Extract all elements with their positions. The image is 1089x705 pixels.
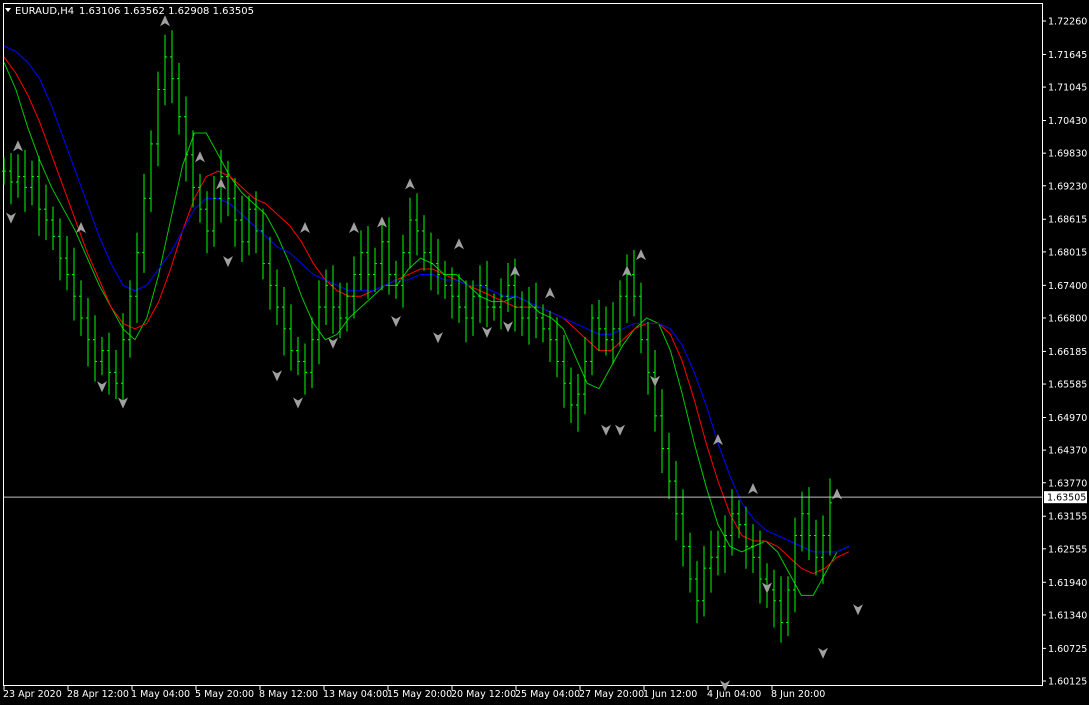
y-tick-label: 1.60725 (1048, 644, 1087, 655)
y-tick-label: 1.72260 (1048, 17, 1087, 28)
price-chart[interactable]: 1.72260 1.71645 1.71045 1.70430 1.69830 1.692… (0, 0, 1089, 705)
y-tick-label: 1.60125 (1048, 677, 1087, 688)
symbol-label: EURAUD,H4 (15, 6, 74, 17)
ohlc-values: 1.63106 1.63562 1.62908 1.63505 (79, 6, 254, 17)
x-tick-label: 8 May 12:00 (259, 689, 318, 700)
y-tick-label: 1.69230 (1048, 181, 1087, 192)
x-tick-label: 15 May 20:00 (387, 689, 452, 700)
x-tick-label: 20 May 12:00 (451, 689, 516, 700)
x-tick-label: 23 Apr 2020 (3, 689, 62, 700)
y-tick-label: 1.68015 (1048, 247, 1087, 258)
y-tick-label: 1.66185 (1048, 347, 1087, 358)
x-tick-label: 1 May 04:00 (131, 689, 190, 700)
chart-header: EURAUD,H4 1.63106 1.63562 1.62908 1.6350… (5, 6, 254, 17)
y-tick-label: 1.71645 (1048, 50, 1087, 61)
y-tick-label: 1.63155 (1048, 512, 1087, 523)
y-tick-label: 1.62555 (1048, 544, 1087, 555)
y-tick-label: 1.70430 (1048, 116, 1087, 127)
y-tick-label: 1.71045 (1048, 83, 1087, 94)
y-tick-label: 1.61940 (1048, 578, 1087, 589)
y-tick-label: 1.64970 (1048, 413, 1087, 424)
x-tick-label: 25 May 04:00 (515, 689, 580, 700)
x-tick-label: 28 Apr 12:00 (67, 689, 129, 700)
x-tick-label: 5 May 20:00 (195, 689, 254, 700)
last-price-label: 1.63505 (1047, 493, 1086, 504)
y-tick-label: 1.64370 (1048, 446, 1087, 457)
y-tick-label: 1.67400 (1048, 281, 1087, 292)
y-tick-label: 1.61340 (1048, 610, 1087, 621)
y-tick-label: 1.66800 (1048, 313, 1087, 324)
x-tick-label: 4 Jun 04:00 (707, 689, 761, 700)
y-tick-label: 1.69830 (1048, 149, 1087, 160)
y-tick-label: 1.68615 (1048, 215, 1087, 226)
x-tick-label: 8 Jun 20:00 (771, 689, 825, 700)
x-tick-label: 13 May 04:00 (323, 689, 388, 700)
y-tick-label: 1.63770 (1048, 478, 1087, 489)
x-tick-label: 27 May 20:00 (579, 689, 644, 700)
price-axis: 1.72260 1.71645 1.71045 1.70430 1.69830 1.692… (1042, 17, 1087, 688)
y-tick-label: 1.65585 (1048, 380, 1087, 391)
x-tick-label: 1 Jun 12:00 (643, 689, 697, 700)
chart-background (0, 0, 1089, 705)
